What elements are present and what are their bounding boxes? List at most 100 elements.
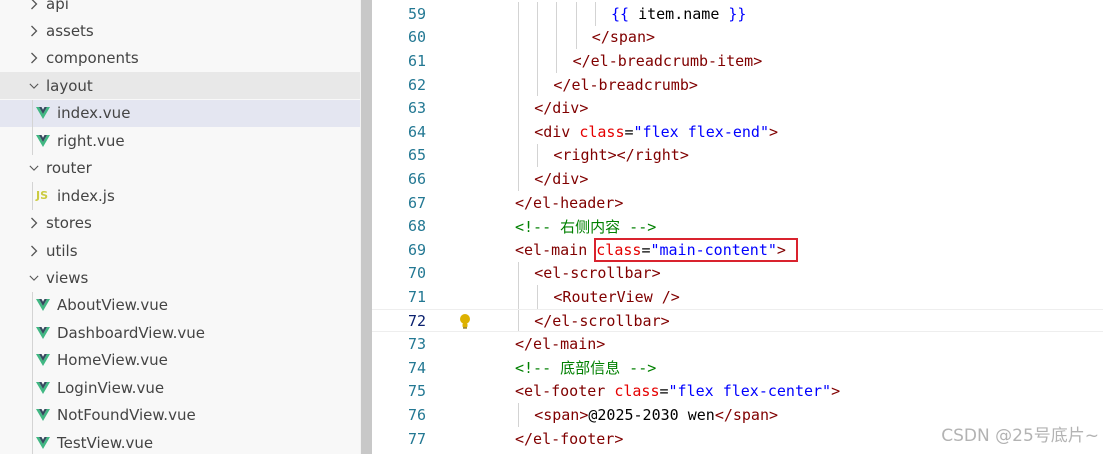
token-tag: > <box>831 382 841 401</box>
code-line[interactable]: 65 <right></right> <box>372 143 1103 168</box>
token-tag: <right></right> <box>553 146 689 165</box>
chevron-down-icon[interactable] <box>29 72 39 99</box>
chevron-right-icon[interactable] <box>29 17 39 44</box>
line-number: 63 <box>407 99 426 118</box>
chevron-right-icon[interactable] <box>29 45 39 72</box>
tree-indent-guide <box>32 99 33 155</box>
tree-file-aboutview[interactable]: AboutView.vue <box>0 292 360 319</box>
tree-indent-guide <box>32 182 33 210</box>
tree-folder-api[interactable]: api <box>0 0 360 17</box>
tree-label: api <box>46 0 69 13</box>
tree-folder-views[interactable]: views <box>0 265 360 292</box>
token-str: "flex flex-center" <box>668 382 832 401</box>
line-number: 62 <box>407 75 426 94</box>
tree-label: components <box>46 49 139 68</box>
tree-folder-layout[interactable]: layout <box>0 72 360 100</box>
line-number: 66 <box>407 169 426 188</box>
tree-file-index[interactable]: JS index.js <box>0 182 360 209</box>
token-tag: </el-scrollbar> <box>534 311 670 330</box>
tree-label: DashboardView.vue <box>57 323 205 342</box>
code-line[interactable]: 71 <RouterView /> <box>372 285 1103 309</box>
indent-guide <box>518 403 519 427</box>
chevron-right-icon[interactable] <box>29 237 39 264</box>
code-line[interactable]: 60 </span> <box>372 25 1103 50</box>
tree-label: index.vue <box>57 104 131 123</box>
code-line[interactable]: 64 <div class="flex flex-end"> <box>372 120 1103 144</box>
tree-label: right.vue <box>57 131 125 150</box>
tree-label: utils <box>46 241 78 260</box>
lightbulb-icon[interactable] <box>459 309 473 332</box>
line-number: 76 <box>407 405 426 424</box>
chevron-right-icon[interactable] <box>29 0 39 17</box>
token-tag: <el-footer <box>515 382 615 401</box>
tree-file-notfoundview[interactable]: NotFoundView.vue <box>0 402 360 429</box>
code-editor[interactable]: 59 {{ item.name }} 60 </span> 61 </el-breadcr… <box>372 0 1103 454</box>
code-line[interactable]: 61 </el-breadcrumb-item> <box>372 49 1103 73</box>
indent-guide <box>537 49 539 73</box>
token-cmt: <!-- 底部信息 --> <box>515 359 657 378</box>
code-line[interactable]: 63 </div> <box>372 96 1103 120</box>
indent-guide <box>537 72 539 97</box>
code-text: <span>@2025-2030 wen</span> <box>534 406 778 424</box>
token-attr: class <box>614 382 660 401</box>
token-tag: </div> <box>534 169 589 188</box>
code-line[interactable]: 68 <!-- 右侧内容 --> <box>372 214 1103 238</box>
line-number: 69 <box>407 240 426 259</box>
tree-file-right[interactable]: right.vue <box>0 127 360 154</box>
chevron-down-icon[interactable] <box>29 265 39 292</box>
watermark: CSDN @25号底片~ <box>941 426 1099 446</box>
code-line[interactable]: 73 </el-main> <box>372 332 1103 356</box>
code-text: <right></right> <box>553 146 688 164</box>
indent-guide <box>594 2 596 26</box>
vue-file-icon <box>36 347 50 374</box>
indent-guide <box>556 49 558 73</box>
line-number: 64 <box>407 122 426 141</box>
tree-folder-stores[interactable]: stores <box>0 210 360 237</box>
tree-indent-guide <box>32 291 33 454</box>
line-number: 60 <box>407 28 426 47</box>
tree-file-dashboardview[interactable]: DashboardView.vue <box>0 319 360 346</box>
tree-folder-router[interactable]: router <box>0 155 360 182</box>
tree-file-loginview[interactable]: LoginView.vue <box>0 374 360 401</box>
tree-label: stores <box>46 214 92 233</box>
indent-guide <box>518 143 519 168</box>
code-line[interactable]: 66 </div> <box>372 167 1103 191</box>
tree-file-homeview[interactable]: HomeView.vue <box>0 347 360 374</box>
explorer-scrollbar-thumb[interactable] <box>361 0 372 454</box>
annotation-highlight-box <box>594 238 798 262</box>
line-number: 59 <box>407 4 426 23</box>
code-line[interactable]: 67 </el-header> <box>372 191 1103 215</box>
tree-folder-utils[interactable]: utils <box>0 237 360 264</box>
token-tag: <div <box>534 122 580 141</box>
indent-guide <box>518 49 519 73</box>
indent-guide <box>518 96 519 120</box>
code-line[interactable]: 72 </el-scrollbar> <box>372 308 1103 333</box>
tree-label: router <box>46 159 92 178</box>
code-text: </el-main> <box>515 335 605 353</box>
code-text: </div> <box>534 170 588 188</box>
code-line[interactable]: 59 {{ item.name }} <box>372 2 1103 26</box>
tree-folder-components[interactable]: components <box>0 45 360 72</box>
tree-label: layout <box>46 76 93 95</box>
code-line[interactable]: 62 </el-breadcrumb> <box>372 72 1103 97</box>
indent-guide <box>556 25 558 50</box>
line-number: 71 <box>407 287 426 306</box>
token-attr: class <box>579 122 625 141</box>
tree-file-testview[interactable]: TestView.vue <box>0 429 360 454</box>
tree-folder-assets[interactable]: assets <box>0 17 360 44</box>
code-line[interactable]: 75 <el-footer class="flex flex-center"> <box>372 380 1103 404</box>
token-mus: {{ <box>611 4 639 23</box>
code-line[interactable]: 70 <el-scrollbar> <box>372 261 1103 286</box>
token-tag: <el-main <box>515 240 597 259</box>
code-line[interactable]: 74 <!-- 底部信息 --> <box>372 356 1103 380</box>
line-number: 67 <box>407 193 426 212</box>
token-str: "flex flex-end" <box>633 122 769 141</box>
line-number: 61 <box>407 51 426 70</box>
chevron-down-icon[interactable] <box>29 155 39 182</box>
code-text: </el-header> <box>515 194 623 212</box>
code-text: <!-- 右侧内容 --> <box>515 216 656 237</box>
chevron-right-icon[interactable] <box>29 210 39 237</box>
tree-file-index[interactable]: index.vue <box>0 99 360 127</box>
file-explorer: api assets components layout index.vue right.… <box>0 0 360 454</box>
indent-guide <box>556 2 558 26</box>
